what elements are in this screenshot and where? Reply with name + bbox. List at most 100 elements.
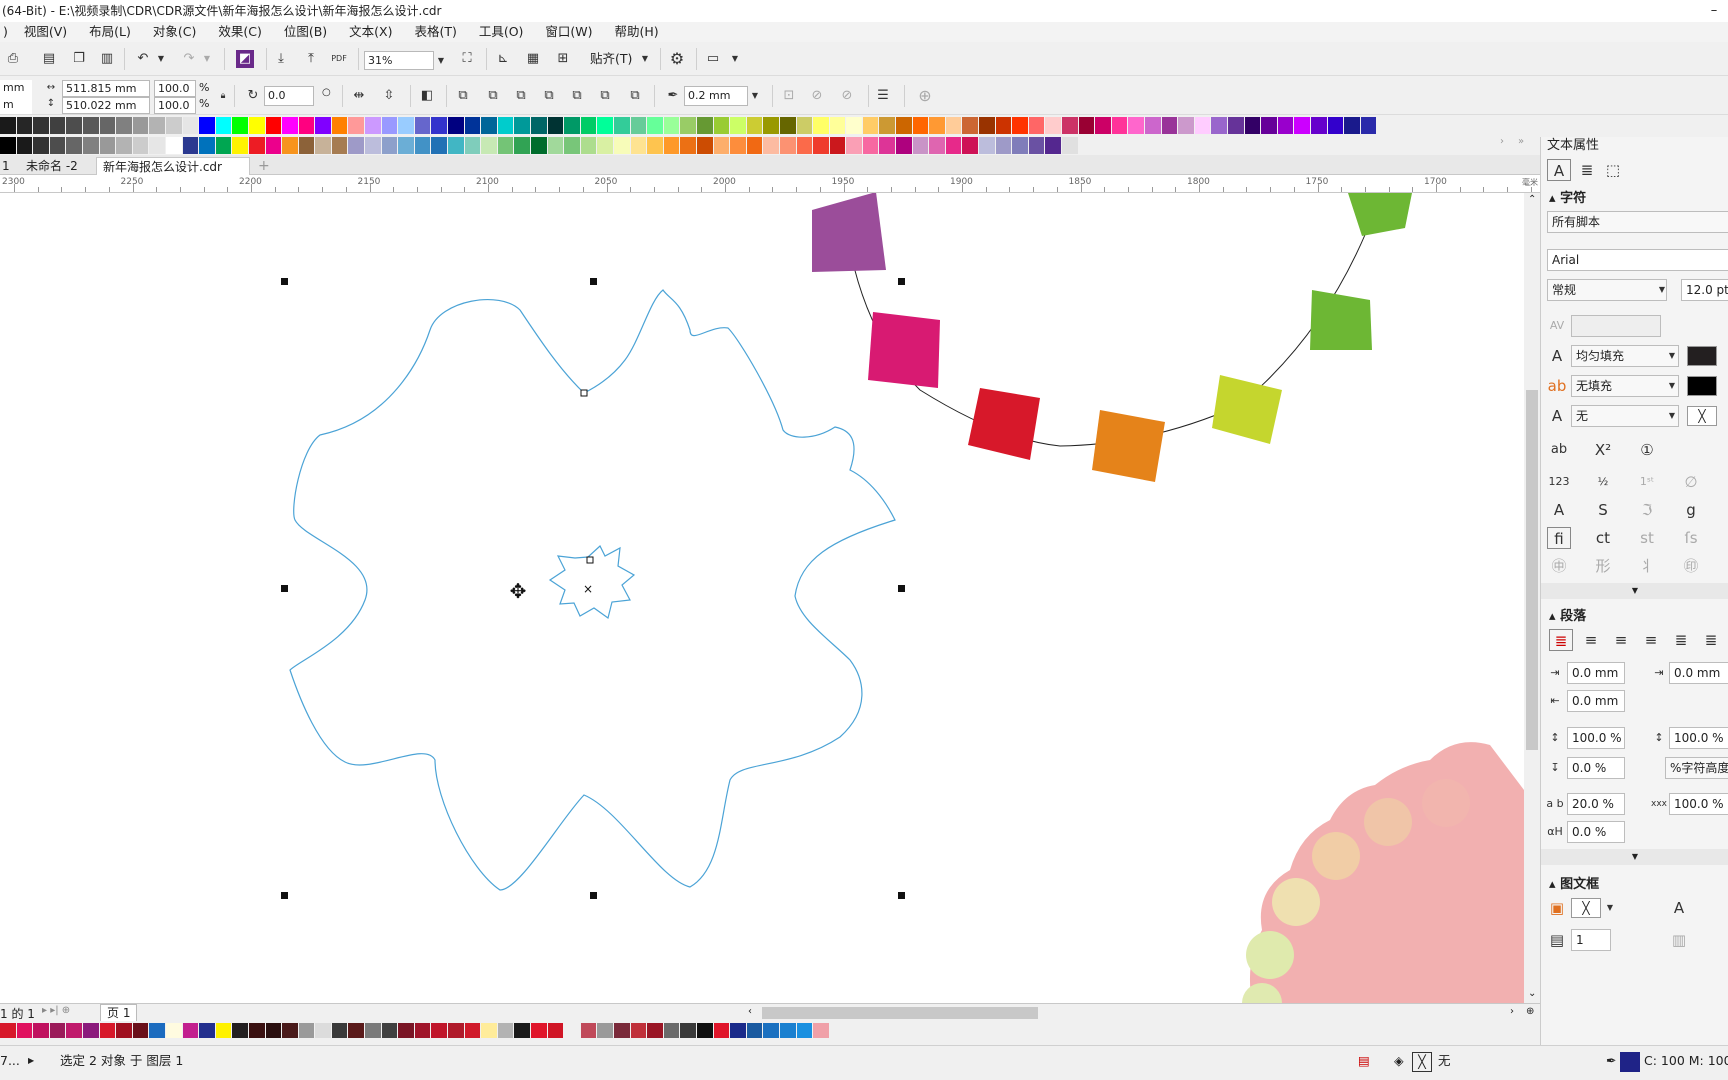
palette-row-bottom[interactable] [0, 137, 1079, 154]
palette-swatch[interactable] [896, 137, 913, 154]
palette-swatch[interactable] [49, 1023, 67, 1038]
horizontal-ruler[interactable]: 2300 2250 2200 2150 2100 2050 2000 1950 1900 1850… [0, 175, 1540, 193]
asian-icon-1[interactable]: ㊥ [1547, 555, 1571, 577]
asian-icon-3[interactable]: ⺦ [1635, 555, 1659, 577]
align-justify-icon[interactable]: ≣ [1669, 629, 1693, 651]
node-handle-top[interactable] [580, 389, 588, 397]
garland-red-square[interactable] [968, 388, 1040, 460]
palette-swatch[interactable] [431, 117, 449, 134]
palette-swatch[interactable] [414, 1023, 432, 1038]
menu-view[interactable]: 视图(V) [15, 22, 76, 42]
columns-field[interactable]: 1 [1571, 929, 1611, 951]
palette-swatch[interactable] [116, 1023, 133, 1038]
palette-swatch[interactable] [497, 137, 515, 154]
tab-first[interactable]: 1 [0, 157, 12, 175]
palette-swatch[interactable] [763, 1023, 780, 1038]
align-center-icon[interactable]: ≡ [1609, 629, 1633, 651]
palette-swatch[interactable] [912, 117, 930, 134]
bg-fill-color-swatch[interactable] [1687, 376, 1717, 396]
mirror-horizontal-icon[interactable]: ⇹ [350, 87, 368, 105]
trim-icon[interactable]: ⧉ [484, 87, 502, 105]
palette-swatch[interactable] [464, 117, 482, 134]
redo-icon[interactable]: ↷ [180, 50, 198, 68]
bg-fill-select[interactable]: 无填充 [1571, 375, 1679, 397]
color-palette[interactable] [0, 117, 1496, 155]
palette-swatch[interactable] [945, 137, 963, 154]
palette-swatch[interactable] [365, 1023, 382, 1038]
swash-icon[interactable]: A [1547, 499, 1571, 521]
frame-fill-dropdown-icon[interactable]: ▼ [1603, 903, 1617, 912]
menu-window[interactable]: 窗口(W) [536, 22, 601, 42]
scale-width-field[interactable]: 100.0 [154, 80, 196, 97]
zoom-fit-icon[interactable]: ⛶ [458, 50, 476, 68]
palette-swatch[interactable] [497, 117, 515, 134]
palette-swatch[interactable] [713, 137, 731, 154]
palette-swatch[interactable] [630, 137, 648, 154]
palette-swatch[interactable] [564, 1023, 581, 1038]
section-character[interactable]: ▴ 字符 [1549, 187, 1586, 206]
palette-swatch[interactable] [381, 117, 399, 134]
palette-swatch[interactable] [149, 1023, 166, 1038]
palette-swatch[interactable] [1095, 117, 1112, 134]
scale-height-field[interactable]: 100.0 [154, 97, 196, 114]
palette-swatch[interactable] [929, 137, 946, 154]
cut-icon[interactable]: ▤ [40, 50, 58, 68]
palette-swatch[interactable] [66, 117, 83, 134]
expand-character-icon[interactable]: ▼ [1541, 583, 1728, 599]
palette-swatch[interactable] [829, 137, 847, 154]
zoom-field[interactable]: 31% [364, 51, 434, 70]
palette-swatch[interactable] [132, 1023, 150, 1038]
lock-ratio-icon[interactable]: 🔒︎ [214, 87, 232, 105]
add-preset-icon[interactable]: ⊕ [916, 87, 934, 105]
outline-color-swatch[interactable] [1620, 1052, 1640, 1072]
palette-expand-icon[interactable]: » [1518, 136, 1524, 147]
outline-width-dropdown-icon[interactable]: ▼ [748, 91, 762, 100]
palette-swatch[interactable] [282, 117, 299, 134]
palette-swatch[interactable] [663, 137, 681, 154]
hscroll-right-icon[interactable]: › [1510, 1006, 1514, 1017]
palette-swatch[interactable] [962, 137, 980, 154]
palette-swatch[interactable] [265, 137, 283, 154]
palette-swatch[interactable] [398, 117, 415, 134]
palette-swatch[interactable] [912, 137, 930, 154]
palette-swatch[interactable] [282, 1023, 299, 1038]
palette-swatch[interactable] [580, 117, 598, 134]
palette-swatch[interactable] [331, 1023, 349, 1038]
palette-swatch[interactable] [348, 117, 366, 134]
circled-number-icon[interactable]: ① [1635, 439, 1659, 461]
horizontal-scroll-thumb[interactable] [762, 1007, 1038, 1019]
palette-swatch[interactable] [796, 1023, 814, 1038]
font-size-field[interactable]: 12.0 pt [1681, 279, 1728, 301]
indent-left-field[interactable]: 0.0 mm [1567, 662, 1625, 684]
palette-swatch[interactable] [331, 137, 349, 154]
outline-pen-status-icon[interactable]: ✒ [1606, 1046, 1616, 1076]
palette-swatch[interactable] [16, 1023, 34, 1038]
palette-swatch[interactable] [182, 137, 200, 154]
palette-swatch[interactable] [547, 1023, 565, 1038]
menu-bitmaps[interactable]: 位图(B) [275, 22, 336, 42]
garland-lime-square[interactable] [1212, 375, 1282, 444]
rulers-icon[interactable]: ⊾ [494, 50, 512, 68]
discretionary-icon[interactable]: ct [1591, 527, 1615, 549]
palette-swatch[interactable] [116, 137, 133, 154]
palette-swatch[interactable] [448, 137, 465, 154]
palette-swatch[interactable] [1244, 117, 1262, 134]
palette-swatch[interactable] [730, 117, 747, 134]
palette-swatch[interactable] [182, 1023, 200, 1038]
corel-connect-icon[interactable]: ◩ [236, 50, 254, 68]
center-x-icon[interactable]: × [583, 582, 593, 596]
palette-swatch[interactable] [232, 137, 249, 154]
palette-swatch[interactable] [514, 137, 531, 154]
column-settings-icon[interactable]: ▥ [1667, 929, 1691, 951]
palette-swatch[interactable] [796, 137, 814, 154]
palette-swatch[interactable] [33, 1023, 50, 1038]
palette-swatch[interactable] [564, 137, 581, 154]
palette-swatch[interactable] [746, 137, 764, 154]
palette-swatch[interactable] [282, 137, 299, 154]
zoom-dropdown-icon[interactable]: ▼ [434, 56, 448, 65]
palette-swatch[interactable] [630, 1023, 648, 1038]
palette-swatch[interactable] [979, 137, 996, 154]
garland-orange-square[interactable] [1092, 410, 1165, 482]
palette-swatch[interactable] [448, 117, 465, 134]
palette-swatch[interactable] [82, 1023, 100, 1038]
